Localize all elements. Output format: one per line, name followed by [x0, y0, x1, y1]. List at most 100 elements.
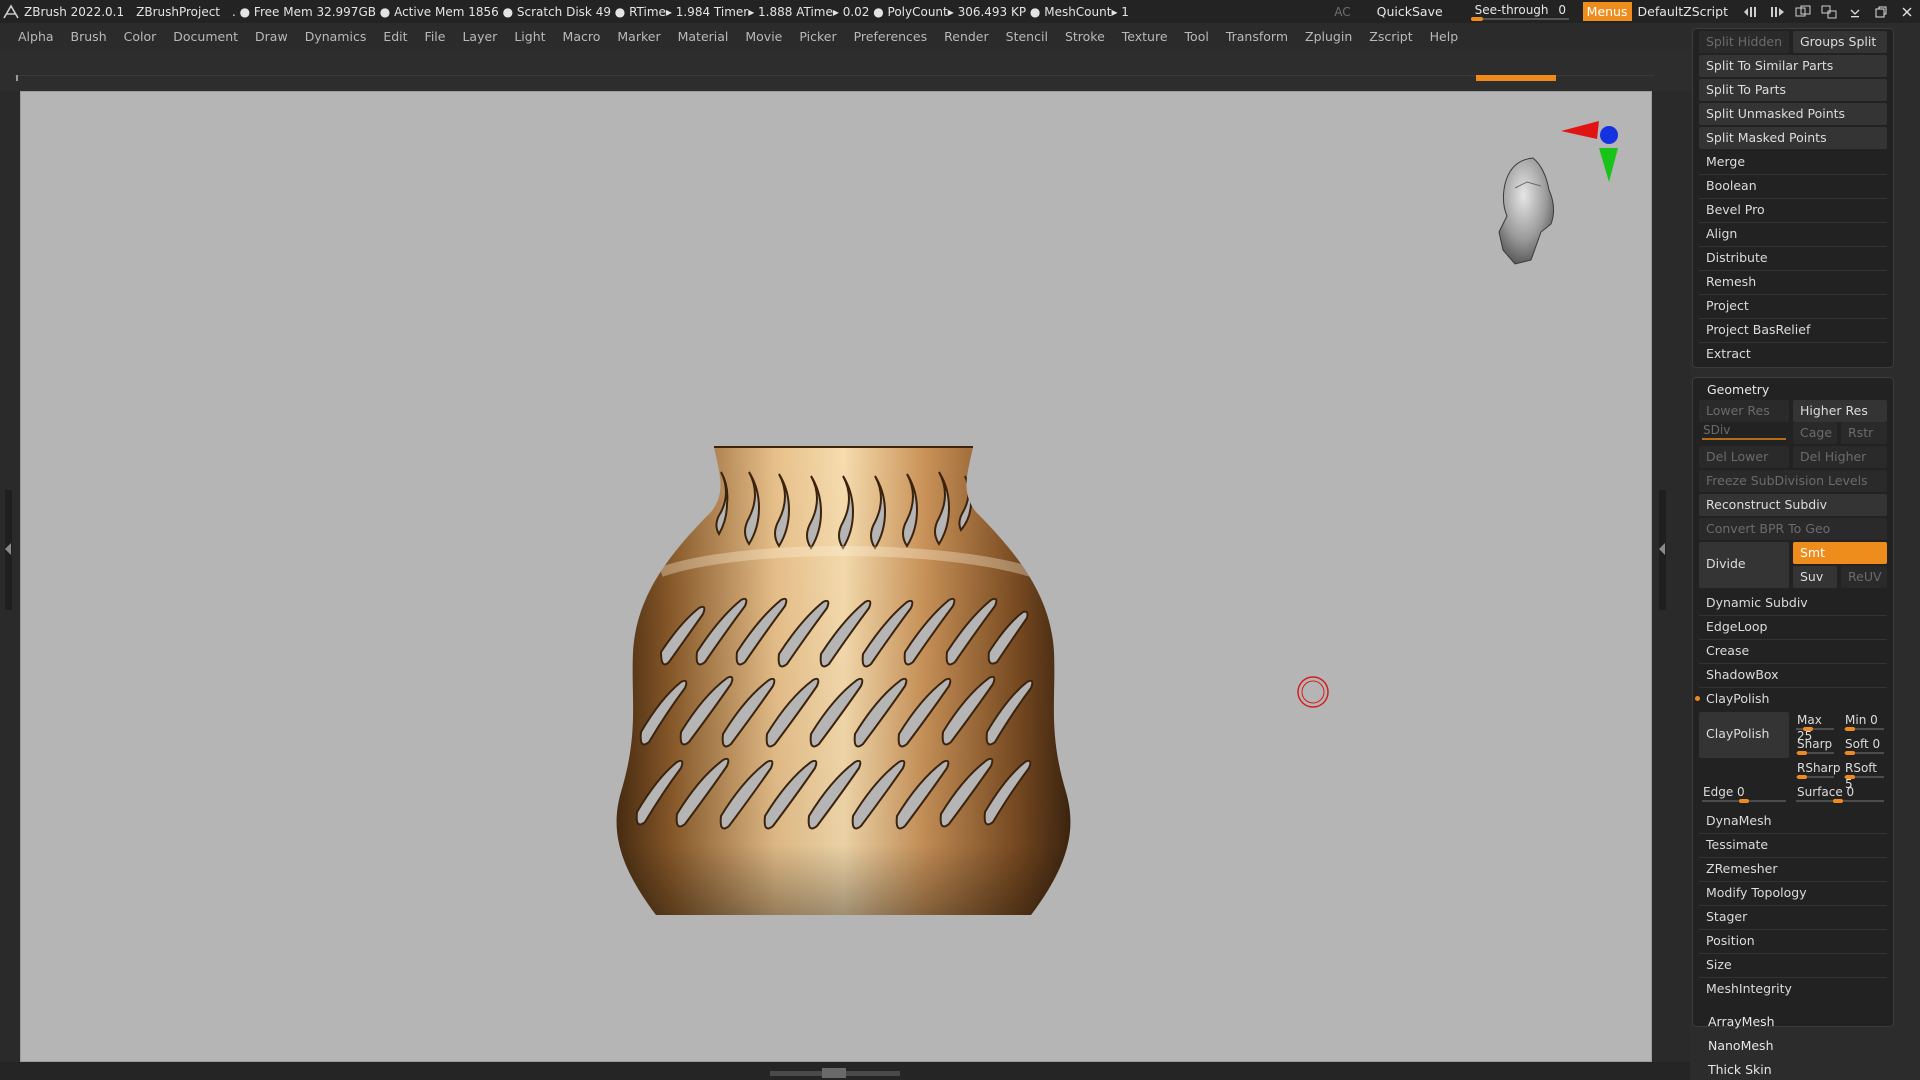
- menu-transform[interactable]: Transform: [1226, 29, 1288, 44]
- max-slider[interactable]: Max 25: [1793, 712, 1837, 743]
- surface-slider[interactable]: Surface 0: [1793, 784, 1887, 804]
- min-slider[interactable]: Min 0: [1841, 712, 1887, 732]
- reuv-toggle[interactable]: ReUV: [1841, 566, 1887, 588]
- menu-file[interactable]: File: [425, 29, 446, 44]
- align-menu[interactable]: Align: [1699, 223, 1887, 245]
- thick-skin-menu[interactable]: Thick Skin: [1708, 1062, 1772, 1077]
- sharp-slider[interactable]: Sharp: [1793, 736, 1837, 756]
- zbrush-logo-icon[interactable]: [2, 3, 20, 21]
- meshintegrity-menu[interactable]: MeshIntegrity: [1699, 978, 1887, 1000]
- menu-macro[interactable]: Macro: [563, 29, 601, 44]
- ac-toggle[interactable]: AC: [1334, 5, 1350, 19]
- menu-texture[interactable]: Texture: [1122, 29, 1168, 44]
- left-tray-handle[interactable]: [5, 490, 12, 610]
- claypolish-button[interactable]: ClayPolish: [1699, 712, 1789, 758]
- menu-marker[interactable]: Marker: [617, 29, 660, 44]
- chevron-up-icon[interactable]: [822, 1068, 846, 1078]
- menu-help[interactable]: Help: [1430, 29, 1459, 44]
- dynamesh-menu[interactable]: DynaMesh: [1699, 810, 1887, 832]
- split-to-parts-button[interactable]: Split To Parts: [1699, 79, 1887, 101]
- dock-left-icon[interactable]: [1738, 3, 1764, 21]
- split-similar-parts-button[interactable]: Split To Similar Parts: [1699, 55, 1887, 77]
- document-viewport[interactable]: [20, 91, 1652, 1062]
- position-menu[interactable]: Position: [1699, 930, 1887, 952]
- crease-menu[interactable]: Crease: [1699, 640, 1887, 662]
- split-unmasked-button[interactable]: Split Unmasked Points: [1699, 103, 1887, 125]
- freeze-subdiv-button[interactable]: Freeze SubDivision Levels: [1699, 470, 1887, 492]
- geometry-title[interactable]: Geometry: [1707, 382, 1769, 397]
- project-basrelief-menu[interactable]: Project BasRelief: [1699, 319, 1887, 341]
- menu-stencil[interactable]: Stencil: [1006, 29, 1048, 44]
- layout-icon[interactable]: [1790, 3, 1816, 21]
- vase-model[interactable]: [616, 446, 1071, 915]
- menu-material[interactable]: Material: [678, 29, 729, 44]
- stager-menu[interactable]: Stager: [1699, 906, 1887, 928]
- rstr-button[interactable]: Rstr: [1841, 422, 1887, 444]
- tessimate-menu[interactable]: Tessimate: [1699, 834, 1887, 856]
- soft-slider[interactable]: Soft 0: [1841, 736, 1887, 756]
- default-zscript-button[interactable]: DefaultZScript: [1638, 4, 1729, 19]
- lower-res-button[interactable]: Lower Res: [1699, 400, 1789, 422]
- remesh-menu[interactable]: Remesh: [1699, 271, 1887, 293]
- gizmo-axes-icon[interactable]: [1561, 121, 1618, 182]
- menu-preferences[interactable]: Preferences: [854, 29, 928, 44]
- merge-menu[interactable]: Merge: [1699, 151, 1887, 173]
- dynamic-subdiv-menu[interactable]: Dynamic Subdiv: [1699, 592, 1887, 614]
- modify-topology-menu[interactable]: Modify Topology: [1699, 882, 1887, 904]
- del-higher-button[interactable]: Del Higher: [1793, 446, 1887, 468]
- menu-draw[interactable]: Draw: [255, 29, 288, 44]
- menu-movie[interactable]: Movie: [745, 29, 782, 44]
- menu-zplugin[interactable]: Zplugin: [1305, 29, 1352, 44]
- rsoft-slider[interactable]: RSoft 5: [1841, 760, 1887, 791]
- zremesher-menu[interactable]: ZRemesher: [1699, 858, 1887, 880]
- menu-color[interactable]: Color: [124, 29, 157, 44]
- menu-light[interactable]: Light: [514, 29, 545, 44]
- distribute-menu[interactable]: Distribute: [1699, 247, 1887, 269]
- bevel-pro-menu[interactable]: Bevel Pro: [1699, 199, 1887, 221]
- menu-stroke[interactable]: Stroke: [1065, 29, 1105, 44]
- menu-picker[interactable]: Picker: [799, 29, 836, 44]
- cage-button[interactable]: Cage: [1793, 422, 1837, 444]
- higher-res-button[interactable]: Higher Res: [1793, 400, 1887, 422]
- dock-right-icon[interactable]: [1764, 3, 1790, 21]
- menu-alpha[interactable]: Alpha: [18, 29, 54, 44]
- bottom-tray-handle[interactable]: [770, 1068, 900, 1078]
- arraymesh-menu[interactable]: ArrayMesh: [1708, 1014, 1775, 1029]
- restore-icon[interactable]: [1868, 3, 1894, 21]
- sdiv-slider[interactable]: SDiv: [1699, 422, 1789, 442]
- close-icon[interactable]: [1894, 3, 1920, 21]
- menu-zscript[interactable]: Zscript: [1369, 29, 1412, 44]
- menu-tool[interactable]: Tool: [1185, 29, 1209, 44]
- ui-swap-icon[interactable]: [1816, 3, 1842, 21]
- smt-toggle[interactable]: Smt: [1793, 542, 1887, 564]
- shadowbox-menu[interactable]: ShadowBox: [1699, 664, 1887, 686]
- split-hidden-button[interactable]: Split Hidden: [1699, 31, 1789, 53]
- boolean-menu[interactable]: Boolean: [1699, 175, 1887, 197]
- quicksave-button[interactable]: QuickSave: [1377, 4, 1443, 19]
- edge-slider[interactable]: Edge 0: [1699, 784, 1789, 804]
- del-lower-button[interactable]: Del Lower: [1699, 446, 1789, 468]
- menus-toggle-button[interactable]: Menus: [1582, 2, 1632, 21]
- rsharp-slider[interactable]: RSharp: [1793, 760, 1840, 780]
- divide-button[interactable]: Divide: [1699, 542, 1789, 588]
- claypolish-menu[interactable]: ClayPolish: [1699, 688, 1887, 710]
- menu-dynamics[interactable]: Dynamics: [305, 29, 367, 44]
- edgeloop-menu[interactable]: EdgeLoop: [1699, 616, 1887, 638]
- suv-toggle[interactable]: Suv: [1793, 566, 1837, 588]
- menu-document[interactable]: Document: [173, 29, 238, 44]
- menu-edit[interactable]: Edit: [383, 29, 407, 44]
- size-menu[interactable]: Size: [1699, 954, 1887, 976]
- project-menu[interactable]: Project: [1699, 295, 1887, 317]
- head-navigator-icon[interactable]: [1498, 157, 1555, 265]
- split-masked-button[interactable]: Split Masked Points: [1699, 127, 1887, 149]
- minimize-icon[interactable]: [1842, 3, 1868, 21]
- nanomesh-menu[interactable]: NanoMesh: [1708, 1038, 1774, 1053]
- menu-brush[interactable]: Brush: [71, 29, 107, 44]
- extract-menu[interactable]: Extract: [1699, 343, 1887, 365]
- see-through-slider[interactable]: See-through 0: [1469, 2, 1571, 21]
- right-tray-handle[interactable]: [1659, 490, 1666, 610]
- reconstruct-subdiv-button[interactable]: Reconstruct Subdiv: [1699, 494, 1887, 516]
- menu-render[interactable]: Render: [944, 29, 989, 44]
- convert-bpr-button[interactable]: Convert BPR To Geo: [1699, 518, 1887, 540]
- menu-layer[interactable]: Layer: [462, 29, 497, 44]
